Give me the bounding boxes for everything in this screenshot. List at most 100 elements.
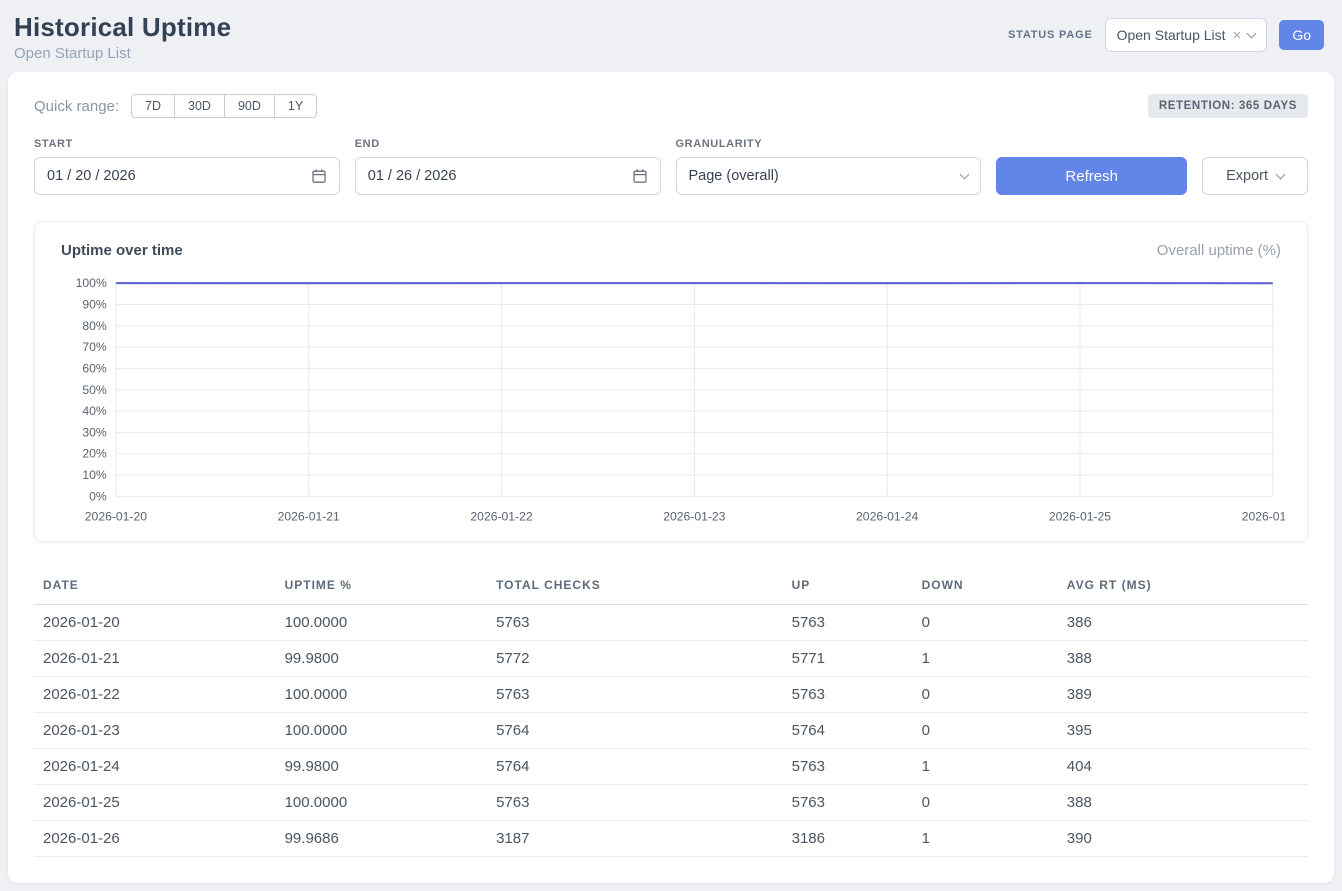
table-cell: 99.9686 bbox=[279, 820, 490, 856]
chart-title: Uptime over time bbox=[61, 242, 183, 259]
table-cell: 2026-01-24 bbox=[34, 748, 279, 784]
table-cell: 2026-01-21 bbox=[34, 640, 279, 676]
quick-range-button-1y[interactable]: 1Y bbox=[274, 94, 317, 118]
table-cell: 5771 bbox=[786, 640, 916, 676]
chevron-down-icon bbox=[1247, 28, 1257, 38]
svg-text:10%: 10% bbox=[82, 468, 107, 482]
table-cell: 5763 bbox=[786, 748, 916, 784]
table-cell: 100.0000 bbox=[279, 604, 490, 640]
end-date-field: END 01 / 26 / 2026 bbox=[355, 138, 661, 195]
svg-text:2026-01-23: 2026-01-23 bbox=[663, 510, 725, 524]
svg-text:60%: 60% bbox=[82, 361, 107, 375]
svg-text:2026-01-22: 2026-01-22 bbox=[470, 510, 532, 524]
column-header: UP bbox=[786, 568, 916, 605]
table-cell: 386 bbox=[1061, 604, 1308, 640]
chevron-down-icon bbox=[960, 169, 970, 179]
clear-selection-icon[interactable]: × bbox=[1233, 28, 1242, 43]
table-cell: 0 bbox=[916, 676, 1061, 712]
column-header: UPTIME % bbox=[279, 568, 490, 605]
refresh-button[interactable]: Refresh bbox=[996, 157, 1187, 195]
table-cell: 2026-01-25 bbox=[34, 784, 279, 820]
quick-range-button-7d[interactable]: 7D bbox=[131, 94, 175, 118]
table-cell: 5764 bbox=[490, 712, 786, 748]
column-header: TOTAL CHECKS bbox=[490, 568, 786, 605]
column-header: AVG RT (MS) bbox=[1061, 568, 1308, 605]
uptime-table: DATEUPTIME %TOTAL CHECKSUPDOWNAVG RT (MS… bbox=[34, 568, 1308, 857]
quick-range-button-90d[interactable]: 90D bbox=[224, 94, 275, 118]
table-row: 2026-01-20100.0000576357630386 bbox=[34, 604, 1308, 640]
svg-text:2026-01-24: 2026-01-24 bbox=[856, 510, 918, 524]
start-date-input[interactable]: 01 / 20 / 2026 bbox=[34, 157, 340, 195]
main-card: Quick range: 7D30D90D1Y RETENTION: 365 D… bbox=[8, 72, 1334, 883]
table-cell: 390 bbox=[1061, 820, 1308, 856]
table-cell: 0 bbox=[916, 604, 1061, 640]
table-cell: 404 bbox=[1061, 748, 1308, 784]
page-header: Historical Uptime Open Startup List STAT… bbox=[8, 0, 1334, 72]
table-cell: 5763 bbox=[786, 784, 916, 820]
chart-card: Uptime over time Overall uptime (%) 100%… bbox=[34, 221, 1308, 542]
table-cell: 99.9800 bbox=[279, 748, 490, 784]
table-cell: 2026-01-26 bbox=[34, 820, 279, 856]
table-cell: 5772 bbox=[490, 640, 786, 676]
start-date-value: 01 / 20 / 2026 bbox=[47, 168, 136, 184]
status-page-select[interactable]: Open Startup List × bbox=[1105, 18, 1268, 52]
table-cell: 1 bbox=[916, 640, 1061, 676]
granularity-select[interactable]: Page (overall) bbox=[676, 157, 982, 195]
table-cell: 388 bbox=[1061, 640, 1308, 676]
table-cell: 3187 bbox=[490, 820, 786, 856]
page-title: Historical Uptime bbox=[14, 12, 231, 43]
quick-range-label: Quick range: bbox=[34, 98, 119, 115]
end-date-value: 01 / 26 / 2026 bbox=[368, 168, 457, 184]
table-cell: 2026-01-23 bbox=[34, 712, 279, 748]
granularity-selected-value: Page (overall) bbox=[689, 168, 779, 184]
table-cell: 1 bbox=[916, 748, 1061, 784]
table-cell: 2026-01-20 bbox=[34, 604, 279, 640]
column-header: DATE bbox=[34, 568, 279, 605]
table-cell: 100.0000 bbox=[279, 784, 490, 820]
status-page-selected-value: Open Startup List bbox=[1117, 27, 1226, 43]
page: Historical Uptime Open Startup List STAT… bbox=[0, 0, 1342, 891]
chart-legend: Overall uptime (%) bbox=[1157, 242, 1281, 259]
table-cell: 0 bbox=[916, 712, 1061, 748]
table-cell: 1 bbox=[916, 820, 1061, 856]
retention-badge: RETENTION: 365 DAYS bbox=[1148, 94, 1308, 118]
export-button[interactable]: Export bbox=[1202, 157, 1308, 195]
table-cell: 5763 bbox=[490, 784, 786, 820]
end-label: END bbox=[355, 138, 661, 150]
chart-header: Uptime over time Overall uptime (%) bbox=[57, 242, 1285, 259]
status-page-label: STATUS PAGE bbox=[1008, 29, 1093, 41]
table-row: 2026-01-2199.9800577257711388 bbox=[34, 640, 1308, 676]
chevron-down-icon bbox=[1276, 169, 1286, 179]
svg-text:70%: 70% bbox=[82, 340, 107, 354]
svg-text:50%: 50% bbox=[82, 383, 107, 397]
page-subtitle: Open Startup List bbox=[14, 45, 231, 62]
table-cell: 5764 bbox=[490, 748, 786, 784]
table-cell: 389 bbox=[1061, 676, 1308, 712]
controls-form-row: START 01 / 20 / 2026 END 01 / 26 / 2026 bbox=[34, 138, 1308, 195]
svg-text:2026-01-25: 2026-01-25 bbox=[1049, 510, 1111, 524]
table-head: DATEUPTIME %TOTAL CHECKSUPDOWNAVG RT (MS… bbox=[34, 568, 1308, 605]
table-cell: 5763 bbox=[786, 604, 916, 640]
svg-text:80%: 80% bbox=[82, 319, 107, 333]
table-cell: 100.0000 bbox=[279, 712, 490, 748]
end-date-input[interactable]: 01 / 26 / 2026 bbox=[355, 157, 661, 195]
table-cell: 388 bbox=[1061, 784, 1308, 820]
quick-range-wrap: Quick range: 7D30D90D1Y bbox=[34, 94, 317, 118]
table-row: 2026-01-2699.9686318731861390 bbox=[34, 820, 1308, 856]
granularity-field: GRANULARITY Page (overall) bbox=[676, 138, 982, 195]
table-row: 2026-01-25100.0000576357630388 bbox=[34, 784, 1308, 820]
svg-text:2026-01-21: 2026-01-21 bbox=[278, 510, 340, 524]
controls-top-row: Quick range: 7D30D90D1Y RETENTION: 365 D… bbox=[34, 94, 1308, 118]
svg-text:30%: 30% bbox=[82, 425, 107, 439]
go-button[interactable]: Go bbox=[1279, 20, 1324, 50]
svg-text:0%: 0% bbox=[89, 489, 107, 503]
table-header-row: DATEUPTIME %TOTAL CHECKSUPDOWNAVG RT (MS… bbox=[34, 568, 1308, 605]
quick-range-button-30d[interactable]: 30D bbox=[174, 94, 225, 118]
svg-text:100%: 100% bbox=[76, 276, 107, 290]
svg-text:40%: 40% bbox=[82, 404, 107, 418]
calendar-icon bbox=[632, 168, 648, 184]
table-cell: 0 bbox=[916, 784, 1061, 820]
quick-range-group: 7D30D90D1Y bbox=[131, 94, 317, 118]
table-cell: 5763 bbox=[490, 604, 786, 640]
uptime-line-chart: 100%90%80%70%60%50%40%30%20%10%0%2026-01… bbox=[57, 273, 1285, 529]
